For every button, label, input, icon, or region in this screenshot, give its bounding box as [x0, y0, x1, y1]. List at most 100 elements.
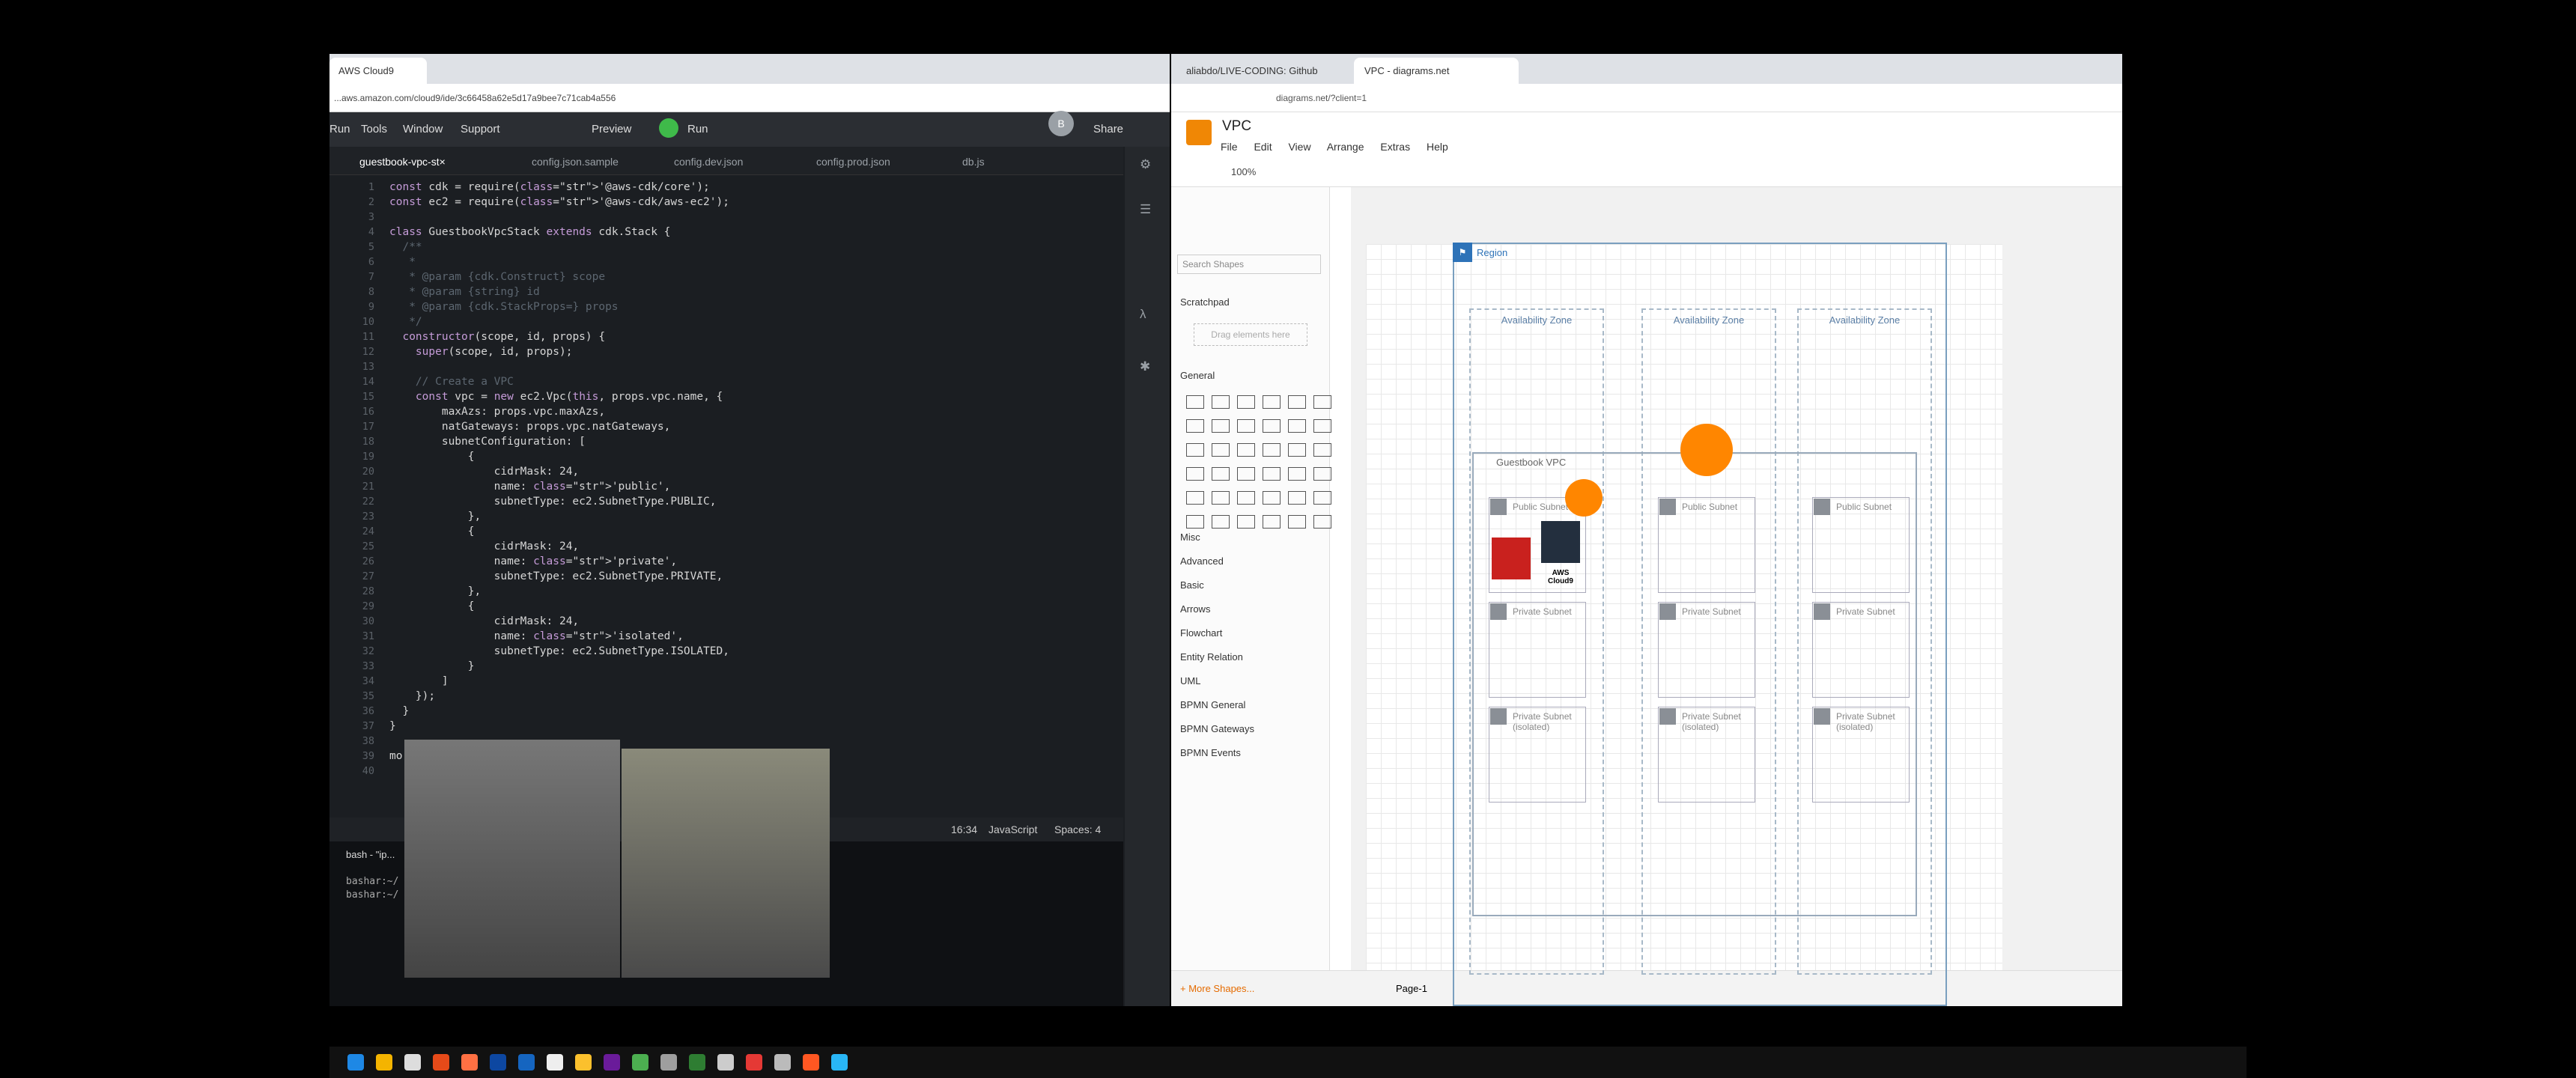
- shape-section-header[interactable]: BPMN Gateways: [1180, 723, 1254, 734]
- shape-thumbnail[interactable]: [1186, 419, 1204, 433]
- terminal-tab[interactable]: bash - "ip...: [346, 849, 395, 860]
- language-mode[interactable]: JavaScript: [988, 823, 1037, 835]
- shape-section-header[interactable]: UML: [1180, 675, 1200, 686]
- menu-arrange[interactable]: Arrange: [1327, 141, 1364, 153]
- shape-thumbnail[interactable]: [1212, 467, 1230, 481]
- shape-section-header[interactable]: Basic: [1180, 579, 1204, 591]
- shape-thumbnail[interactable]: [1263, 491, 1281, 505]
- nat-gateway-icon[interactable]: [1565, 479, 1603, 517]
- shape-thumbnail[interactable]: [1263, 419, 1281, 433]
- shape-thumbnail[interactable]: [1288, 419, 1306, 433]
- browser-tab-github[interactable]: aliabdo/LIVE-CODING: Github: [1176, 58, 1352, 84]
- tab-config-prod-json[interactable]: config.prod.json: [816, 156, 890, 168]
- shape-thumbnail[interactable]: [1263, 515, 1281, 529]
- shape-thumbnail[interactable]: [1212, 443, 1230, 457]
- taskbar-app-icon[interactable]: [831, 1054, 848, 1071]
- shape-thumbnail[interactable]: [1212, 515, 1230, 529]
- tab-guestbook-vpc-stack[interactable]: guestbook-vpc-st×: [359, 156, 446, 168]
- shape-thumbnail[interactable]: [1186, 395, 1204, 409]
- menu-tools[interactable]: Tools: [361, 123, 387, 135]
- taskbar-app-icon[interactable]: [347, 1054, 364, 1071]
- s3-bucket-icon[interactable]: [1492, 538, 1531, 579]
- shape-thumbnail[interactable]: [1237, 515, 1255, 529]
- taskbar-app-icon[interactable]: [547, 1054, 563, 1071]
- shape-thumbnail[interactable]: [1313, 515, 1331, 529]
- shape-thumbnail[interactable]: [1237, 491, 1255, 505]
- shape-thumbnail[interactable]: [1237, 395, 1255, 409]
- shape-thumbnail[interactable]: [1313, 443, 1331, 457]
- avatar[interactable]: B: [1048, 111, 1074, 136]
- search-shapes-input[interactable]: Search Shapes: [1177, 255, 1321, 274]
- shape-section-header[interactable]: General: [1180, 370, 1215, 381]
- shape-thumbnail[interactable]: [1313, 491, 1331, 505]
- tab-config-json-sample[interactable]: config.json.sample: [532, 156, 619, 168]
- scratchpad-drop-zone[interactable]: Drag elements here: [1194, 323, 1307, 346]
- tab-db-js[interactable]: db.js: [962, 156, 985, 168]
- menu-extras[interactable]: Extras: [1380, 141, 1410, 153]
- shape-thumbnail[interactable]: [1212, 419, 1230, 433]
- outline-icon[interactable]: ☰: [1140, 202, 1151, 217]
- shape-section-header[interactable]: Entity Relation: [1180, 651, 1243, 663]
- menu-window[interactable]: Window: [403, 123, 443, 135]
- shape-thumbnail[interactable]: [1288, 443, 1306, 457]
- more-shapes-link[interactable]: + More Shapes...: [1180, 983, 1254, 994]
- shape-thumbnail[interactable]: [1186, 515, 1204, 529]
- taskbar-app-icon[interactable]: [717, 1054, 734, 1071]
- taskbar-app-icon[interactable]: [376, 1054, 392, 1071]
- taskbar-app-icon[interactable]: [575, 1054, 592, 1071]
- shape-thumbnail[interactable]: [1313, 419, 1331, 433]
- menu-help[interactable]: Help: [1427, 141, 1448, 153]
- shape-thumbnail[interactable]: [1212, 395, 1230, 409]
- settings-icon[interactable]: ⚙: [1140, 157, 1151, 172]
- taskbar-app-icon[interactable]: [660, 1054, 677, 1071]
- shape-thumbnail[interactable]: [1263, 443, 1281, 457]
- shape-thumbnail[interactable]: [1212, 491, 1230, 505]
- taskbar-app-icon[interactable]: [518, 1054, 535, 1071]
- taskbar-app-icon[interactable]: [461, 1054, 478, 1071]
- internet-gateway-icon[interactable]: [1680, 424, 1733, 476]
- tab-config-dev-json[interactable]: config.dev.json: [674, 156, 743, 168]
- shape-section-header[interactable]: Arrows: [1180, 603, 1210, 615]
- shape-thumbnail[interactable]: [1237, 419, 1255, 433]
- shape-thumbnail[interactable]: [1237, 467, 1255, 481]
- taskbar-app-icon[interactable]: [490, 1054, 506, 1071]
- taskbar-app-icon[interactable]: [774, 1054, 791, 1071]
- shape-thumbnail[interactable]: [1288, 395, 1306, 409]
- shape-thumbnail[interactable]: [1288, 467, 1306, 481]
- taskbar-app-icon[interactable]: [803, 1054, 819, 1071]
- browser-tab-diagrams[interactable]: VPC - diagrams.net: [1354, 58, 1519, 84]
- address-bar[interactable]: diagrams.net/?client=1: [1171, 84, 2122, 112]
- run-button[interactable]: Run: [687, 123, 708, 135]
- shape-thumbnail[interactable]: [1186, 491, 1204, 505]
- zoom-level[interactable]: 100%: [1231, 166, 1256, 177]
- shape-thumbnail[interactable]: [1263, 467, 1281, 481]
- shape-thumbnail[interactable]: [1237, 443, 1255, 457]
- shape-thumbnail[interactable]: [1263, 395, 1281, 409]
- shape-thumbnail[interactable]: [1288, 491, 1306, 505]
- menu-preview[interactable]: Preview: [592, 123, 631, 135]
- share-button[interactable]: Share: [1093, 123, 1123, 135]
- menu-support[interactable]: Support: [461, 123, 500, 135]
- shape-section-header[interactable]: BPMN Events: [1180, 747, 1241, 758]
- debug-icon[interactable]: ✱: [1140, 359, 1150, 374]
- taskbar-app-icon[interactable]: [404, 1054, 421, 1071]
- taskbar-app-icon[interactable]: [746, 1054, 762, 1071]
- document-title[interactable]: VPC: [1222, 118, 1251, 135]
- lambda-icon[interactable]: λ: [1140, 307, 1146, 322]
- taskbar-app-icon[interactable]: [689, 1054, 705, 1071]
- shape-section-header[interactable]: Misc: [1180, 532, 1200, 543]
- address-bar[interactable]: ...aws.amazon.com/cloud9/ide/3c66458a62e…: [329, 84, 1170, 112]
- cloud9-icon[interactable]: [1541, 521, 1580, 563]
- page-tab[interactable]: Page-1: [1396, 983, 1427, 994]
- shape-section-header[interactable]: Advanced: [1180, 555, 1224, 567]
- browser-tab-cloud9[interactable]: AWS Cloud9: [329, 58, 427, 84]
- taskbar-app-icon[interactable]: [632, 1054, 648, 1071]
- taskbar-app-icon[interactable]: [604, 1054, 620, 1071]
- run-icon[interactable]: [659, 118, 678, 138]
- shape-thumbnail[interactable]: [1313, 395, 1331, 409]
- scratchpad-header[interactable]: Scratchpad: [1180, 296, 1230, 308]
- shape-thumbnail[interactable]: [1186, 467, 1204, 481]
- menu-view[interactable]: View: [1288, 141, 1310, 153]
- taskbar-app-icon[interactable]: [433, 1054, 449, 1071]
- menu-file[interactable]: File: [1221, 141, 1238, 153]
